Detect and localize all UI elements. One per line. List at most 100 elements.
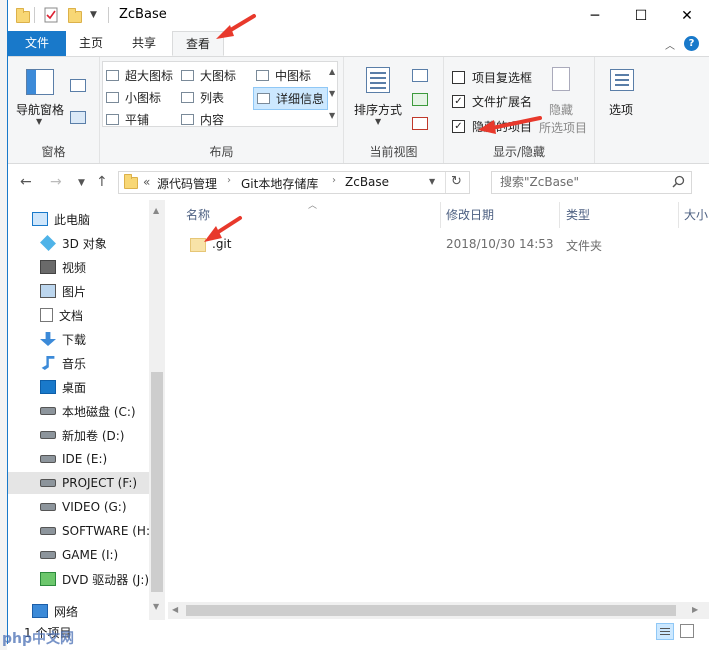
scroll-up-icon[interactable]: ▲ (153, 206, 159, 215)
breadcrumb-item[interactable]: ZcBase (345, 175, 389, 189)
size-columns-icon[interactable] (412, 117, 428, 130)
new-folder-icon[interactable] (68, 7, 82, 25)
properties-icon[interactable] (44, 7, 58, 25)
tab-file[interactable]: 文件 (8, 31, 66, 56)
layout-content[interactable]: 内容 (181, 111, 224, 128)
checkbox-checked[interactable]: ✓ (452, 95, 465, 108)
nav-scrollbar[interactable]: ▲ ▼ (149, 200, 165, 620)
layout-large-icons[interactable]: 大图标 (181, 67, 236, 84)
back-arrow-icon[interactable]: ← (20, 174, 32, 190)
breadcrumb-item[interactable]: Git本地存储库 (241, 175, 318, 192)
nav-item[interactable]: 文档 (8, 304, 150, 326)
drive-icon (40, 455, 56, 463)
preview-pane-icon[interactable] (70, 79, 86, 92)
help-icon[interactable]: ? (684, 36, 699, 51)
item-checkboxes-toggle[interactable]: 项目复选框 (452, 69, 532, 86)
column-header-date[interactable]: 修改日期 (446, 206, 494, 223)
nav-item[interactable]: VIDEO (G:) (8, 496, 150, 518)
checkbox-checked[interactable]: ✓ (452, 120, 465, 133)
table-row[interactable]: .git 2018/10/30 14:53 文件夹 (168, 232, 709, 256)
forward-arrow-icon[interactable]: → (50, 174, 62, 190)
details-view-icon[interactable] (656, 623, 674, 640)
chevron-down-icon[interactable]: ▼ (375, 117, 381, 126)
nav-item[interactable]: SOFTWARE (H: (8, 520, 150, 542)
up-arrow-icon[interactable]: ↑ (96, 174, 108, 190)
horizontal-scrollbar[interactable]: ◀ ▶ (168, 602, 709, 619)
scrollbar-thumb[interactable] (186, 605, 676, 616)
tab-view[interactable]: 查看 (172, 31, 224, 56)
customize-quick-access-icon[interactable]: ▼ (90, 10, 97, 28)
column-separator[interactable] (440, 202, 441, 228)
sort-by-button[interactable]: 排序方式 (354, 101, 402, 118)
breadcrumb-separator-icon[interactable]: › (227, 175, 231, 186)
layout-list[interactable]: 列表 (181, 89, 224, 106)
details-pane-icon[interactable] (70, 111, 86, 124)
options-button[interactable]: 选项 (609, 101, 633, 118)
nav-item[interactable]: 3D 对象 (8, 232, 150, 254)
nav-item[interactable]: 本地磁盘 (C:) (8, 400, 150, 422)
breadcrumb-item[interactable]: 源代码管理 (157, 175, 217, 192)
scroll-left-icon[interactable]: ◀ (172, 605, 178, 614)
search-icon[interactable] (672, 175, 685, 191)
network-icon (32, 604, 48, 618)
column-header-size[interactable]: 大小 (684, 206, 709, 223)
close-button[interactable]: ✕ (664, 0, 709, 31)
file-extensions-toggle[interactable]: ✓ 文件扩展名 (452, 93, 532, 110)
checkbox-unchecked[interactable] (452, 71, 465, 84)
divider (108, 7, 109, 23)
nav-item[interactable]: GAME (I:) (8, 544, 150, 566)
tab-share[interactable]: 共享 (122, 31, 166, 56)
nav-item[interactable]: IDE (E:) (8, 448, 150, 470)
gallery-scroll-up-icon[interactable]: ▲ (329, 67, 335, 76)
layout-small-icons[interactable]: 小图标 (106, 89, 161, 106)
column-separator[interactable] (559, 202, 560, 228)
scrollbar-thumb[interactable] (151, 372, 163, 592)
collapse-ribbon-icon[interactable]: ︿ (665, 37, 675, 52)
file-list: ︿ 名称 修改日期 类型 大小 .git 2018/10/30 14:53 文件… (168, 200, 709, 620)
layout-tiles[interactable]: 平铺 (106, 111, 149, 128)
chevron-down-icon[interactable]: ▼ (36, 117, 42, 126)
layout-details[interactable]: 详细信息 (253, 87, 329, 110)
gallery-scroll-down-icon[interactable]: ▼ (329, 89, 335, 98)
nav-pane-icon[interactable] (26, 69, 54, 95)
breadcrumb-separator-icon[interactable]: › (332, 175, 336, 186)
add-columns-icon[interactable] (412, 93, 428, 106)
layout-medium-icons[interactable]: 中图标 (256, 67, 311, 84)
group-by-icon[interactable] (412, 69, 428, 82)
layout-extra-large-icons[interactable]: 超大图标 (106, 67, 173, 84)
nav-item[interactable]: 下载 (8, 328, 150, 350)
recent-locations-icon[interactable]: ▼ (78, 178, 85, 188)
nav-item[interactable]: 此电脑 (8, 208, 150, 230)
column-separator[interactable] (678, 202, 679, 228)
nav-item[interactable]: 音乐 (8, 352, 150, 374)
refresh-icon[interactable]: ↻ (451, 174, 462, 189)
nav-pane-button[interactable]: 导航窗格 (16, 101, 64, 118)
title-bar: ▼ ZcBase ─ ☐ ✕ (8, 0, 709, 31)
sort-icon[interactable] (366, 67, 390, 93)
options-icon[interactable] (610, 69, 634, 91)
hidden-items-toggle[interactable]: ✓ 隐藏的项目 (452, 118, 532, 135)
breadcrumb-overflow[interactable]: « (143, 175, 150, 189)
column-header-type[interactable]: 类型 (566, 206, 590, 223)
gallery-more-icon[interactable]: ▼ (329, 111, 335, 120)
scroll-right-icon[interactable]: ▶ (692, 605, 698, 614)
address-bar[interactable]: « 源代码管理 › Git本地存储库 › ZcBase ▼ ↻ (118, 171, 470, 194)
nav-item[interactable]: 视频 (8, 256, 150, 278)
nav-item[interactable]: DVD 驱动器 (J:) (8, 568, 150, 590)
scroll-down-icon[interactable]: ▼ (153, 602, 159, 611)
nav-item[interactable]: 网络 (8, 600, 150, 622)
hide-selected-button[interactable]: 隐藏 (549, 101, 573, 118)
nav-item[interactable]: 新加卷 (D:) (8, 424, 150, 446)
large-icons-view-icon[interactable] (680, 624, 694, 638)
nav-item[interactable]: 图片 (8, 280, 150, 302)
nav-item[interactable]: 桌面 (8, 376, 150, 398)
column-header-name[interactable]: 名称 (186, 206, 210, 223)
tab-home[interactable]: 主页 (70, 31, 112, 56)
minimize-button[interactable]: ─ (572, 0, 618, 31)
search-input[interactable]: 搜索"ZcBase" (491, 171, 692, 194)
maximize-button[interactable]: ☐ (618, 0, 664, 31)
address-dropdown-icon[interactable]: ▼ (429, 177, 435, 186)
hide-selected-icon[interactable] (552, 67, 570, 91)
panes-group-label: 窗格 (41, 145, 66, 159)
nav-item[interactable]: PROJECT (F:) (8, 472, 150, 494)
